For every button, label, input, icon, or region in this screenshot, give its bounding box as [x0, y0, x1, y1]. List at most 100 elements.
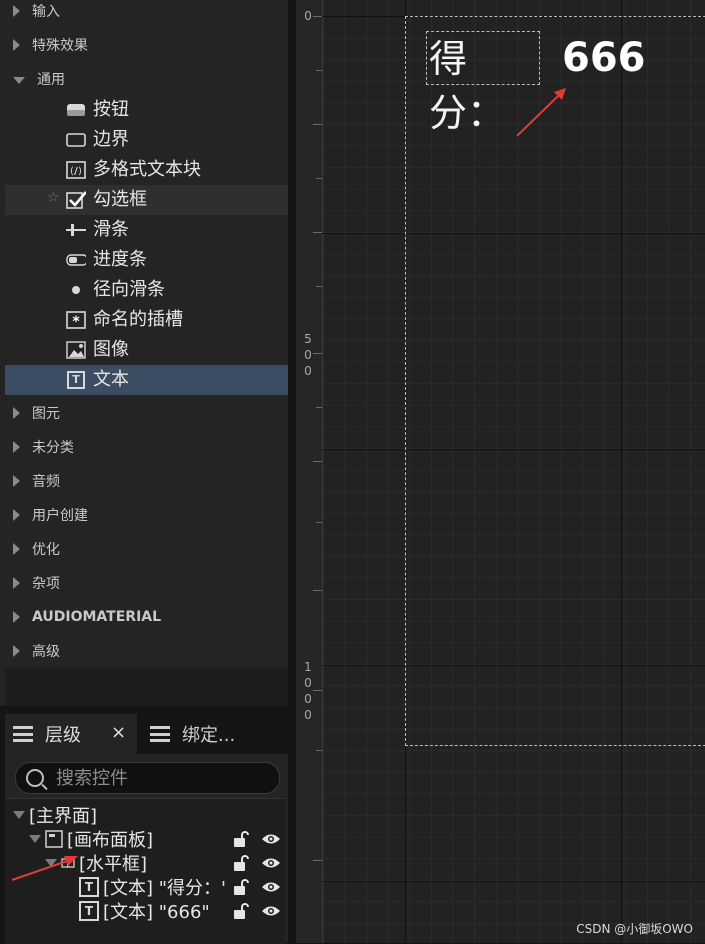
palette-item-border[interactable]: 边界: [5, 125, 288, 155]
category-label: 未分类: [32, 440, 74, 456]
watermark: CSDN @小御坂OWO: [576, 922, 693, 936]
category-label: 输入: [32, 4, 60, 20]
collapse-arrow-icon: [13, 76, 25, 84]
category-input[interactable]: 输入: [5, 0, 288, 28]
checkbox-icon: [66, 191, 86, 209]
expand-arrow-icon: [13, 407, 20, 419]
annotation-arrow-icon: [516, 88, 566, 137]
tab-hierarchy-label: 层级: [45, 725, 81, 746]
expand-arrow-icon: [13, 543, 20, 555]
palette-item-label: 按钮: [93, 99, 129, 120]
search-icon: [26, 769, 44, 787]
palette-item-label: 多格式文本块: [93, 159, 201, 180]
score-value-text-widget[interactable]: 666: [562, 31, 646, 85]
ruler-label: 1 0 0 0: [304, 660, 312, 722]
text-icon: T: [79, 877, 99, 897]
tab-bindings[interactable]: 绑定...: [142, 714, 288, 754]
category-label: AUDIOMATERIAL: [32, 609, 162, 625]
palette-item-label: 勾选框: [93, 189, 147, 210]
image-icon: [66, 341, 86, 359]
annotation-arrow-icon: [11, 856, 78, 881]
collapse-arrow-icon: [29, 835, 41, 843]
tree-node-label: [主界面]: [29, 806, 98, 827]
category-label: 高级: [32, 644, 60, 660]
palette-item-button[interactable]: 按钮: [5, 95, 288, 125]
ruler-label: 5 0 0: [304, 332, 312, 378]
palette-item-radial-slider[interactable]: 径向滑条: [5, 275, 288, 305]
tree-node-text-score-label[interactable]: T [文本] "得分：': [79, 875, 280, 899]
category-label: 通用: [37, 72, 65, 88]
designer-canvas[interactable]: 0 5 0 0 1 0 0 0 得分： 666 CSDN @小御坂OWO: [296, 0, 705, 943]
visibility-eye-icon[interactable]: [261, 832, 281, 846]
unlock-icon[interactable]: [233, 830, 249, 848]
category-audio[interactable]: 音频: [5, 464, 288, 498]
palette-item-label: 边界: [93, 129, 129, 150]
category-label: 图元: [32, 406, 60, 422]
canvas-panel-icon: [45, 830, 63, 848]
category-uncategorized[interactable]: 未分类: [5, 430, 288, 464]
widget-palette: 输入 特殊效果 通用 按钮 边界 /() 多格式文本块 ☆ 勾选框 滑条 进度条…: [0, 0, 288, 706]
palette-item-progress-bar[interactable]: 进度条: [5, 245, 288, 275]
category-optimization[interactable]: 优化: [5, 532, 288, 566]
tab-hierarchy[interactable]: 层级 ×: [5, 714, 137, 754]
score-label-text-widget[interactable]: 得分：: [426, 31, 540, 135]
panel-tab-bar: 层级 × 绑定...: [0, 706, 288, 754]
category-label: 杂项: [32, 576, 60, 592]
svg-text:): ): [78, 166, 82, 177]
palette-item-named-slot[interactable]: * 命名的插槽: [5, 305, 288, 335]
favorite-star-icon[interactable]: ☆: [47, 190, 60, 206]
expand-arrow-icon: [13, 5, 20, 17]
named-slot-icon: *: [66, 311, 86, 329]
category-audiomaterial[interactable]: AUDIOMATERIAL: [5, 600, 288, 634]
category-misc[interactable]: 杂项: [5, 566, 288, 600]
visibility-eye-icon[interactable]: [261, 880, 281, 894]
close-tab-icon[interactable]: ×: [111, 722, 126, 743]
expand-arrow-icon: [13, 39, 20, 51]
category-user-created[interactable]: 用户创建: [5, 498, 288, 532]
expand-arrow-icon: [13, 509, 20, 521]
palette-item-label: 命名的插槽: [93, 309, 183, 330]
palette-item-image[interactable]: 图像: [5, 335, 288, 365]
tree-node-canvas-panel[interactable]: [画布面板]: [29, 827, 280, 851]
text-icon: T: [79, 901, 99, 921]
palette-item-rich-text[interactable]: /() 多格式文本块: [5, 155, 288, 185]
palette-item-label: 图像: [93, 339, 129, 360]
button-icon: [66, 101, 86, 119]
category-primitive[interactable]: 图元: [5, 396, 288, 430]
tree-node-text-score-value[interactable]: T [文本] "666": [79, 899, 280, 923]
expand-arrow-icon: [13, 611, 20, 623]
unlock-icon[interactable]: [233, 902, 249, 920]
palette-item-checkbox[interactable]: ☆ 勾选框: [5, 185, 288, 215]
svg-text:*: *: [72, 314, 80, 329]
palette-item-label: 径向滑条: [93, 279, 165, 300]
palette-item-text[interactable]: T 文本: [5, 365, 288, 395]
category-common[interactable]: 通用: [5, 62, 288, 96]
search-input[interactable]: [54, 766, 258, 790]
palette-item-label: 进度条: [93, 249, 147, 270]
unlock-icon[interactable]: [233, 878, 249, 896]
expand-arrow-icon: [13, 475, 20, 487]
tree-node-label: [水平框]: [79, 854, 148, 875]
visibility-eye-icon[interactable]: [261, 904, 281, 918]
palette-item-label: 文本: [93, 369, 129, 390]
category-advanced[interactable]: 高级: [5, 634, 288, 668]
category-special-effects[interactable]: 特殊效果: [5, 28, 288, 62]
tree-node-label: [文本] "666": [103, 902, 210, 923]
visibility-eye-icon[interactable]: [261, 856, 281, 870]
palette-empty-area: [5, 668, 288, 706]
search-widgets-field[interactable]: [15, 762, 280, 794]
expand-arrow-icon: [13, 577, 20, 589]
category-label: 特殊效果: [32, 38, 88, 54]
text-icon: T: [66, 371, 86, 389]
collapse-arrow-icon: [13, 811, 25, 819]
radial-slider-icon: [66, 281, 86, 299]
vertical-ruler: 0 5 0 0 1 0 0 0: [296, 0, 323, 943]
tree-node-root[interactable]: [主界面]: [13, 803, 97, 827]
bindings-list-icon: [150, 726, 170, 742]
palette-item-slider[interactable]: 滑条: [5, 215, 288, 245]
unlock-icon[interactable]: [233, 854, 249, 872]
border-icon: [66, 131, 86, 149]
hierarchy-list-icon: [13, 726, 33, 742]
category-label: 用户创建: [32, 508, 88, 524]
rich-text-icon: /(): [66, 161, 86, 179]
